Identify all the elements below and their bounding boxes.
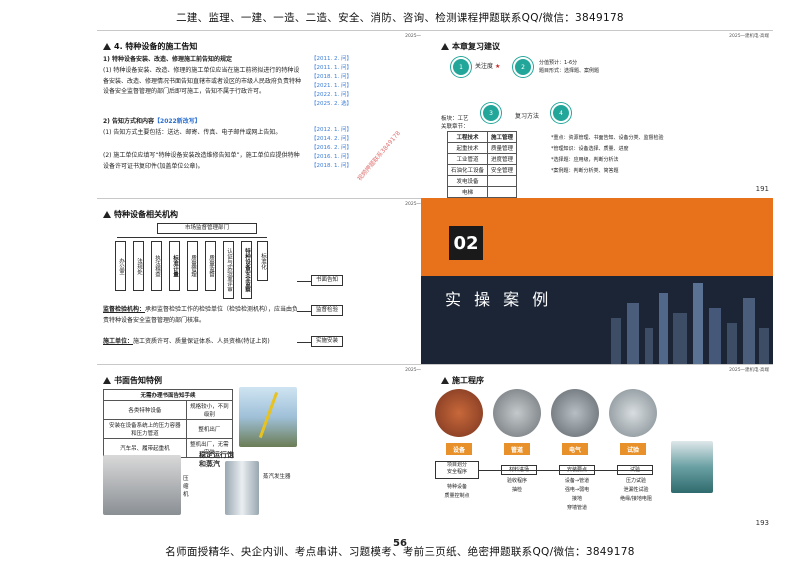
subheading: 2) 告知方式和内容【2022新改写】 (103, 118, 201, 125)
exam-refs-1: 【2011. 2. 问】 【2011. 1. 问】 【2018. 1. 问】 【20… (311, 56, 352, 107)
exemption-table: 无需办理书面告知手续 各类特种设备 规格较小，不到级别 安装在设备系统上的压力容器… (103, 389, 234, 458)
org-box: 特种设备安全监察 (241, 241, 252, 299)
slide-title: 4. 特种设备的施工告知 (103, 41, 197, 52)
category-tag: 管道 (504, 443, 530, 455)
equipment-photo (103, 455, 181, 515)
notice-box: 书面告知 (311, 275, 343, 286)
image-label: 压缩机 (183, 476, 189, 498)
step-details: 设备→管道 强电→弱电 接地 穿墙管道 (564, 478, 590, 511)
step-circle: 2 (513, 57, 533, 77)
watermark: 视频押题联系3849178 (356, 129, 402, 183)
org-box: 法规处 (133, 241, 144, 291)
slide-189: 2025一建机电·高端 特种设备相关机构 市场监督管理部门 办公室 法规处 执法… (97, 198, 449, 364)
slide-page-number: 193 (755, 519, 769, 527)
process-step: 项目划分 安全程序 (435, 461, 479, 479)
connector-line (297, 281, 311, 282)
review-notes: *重点：资源管理、书面告知、设备分类、监督检验 *管理知识：设备选择、质量、进度 … (551, 135, 664, 174)
step-label: 复习方法 (515, 113, 540, 120)
topic-table: 工程技术 施工管理 起重技术 质量管理 工业管道 进度管理 石油化工设备 安全管理 发电… (446, 131, 518, 198)
step-circle: 1 (451, 57, 471, 77)
paragraph: (1) 特种设备安装、改造、修理的施工单位应当在施工前将拟进行的特种设备安装、改… (103, 67, 302, 95)
testing-photo (609, 389, 657, 437)
step-label: 关注度 ★ (475, 63, 501, 70)
site-photo (671, 441, 713, 493)
connector-line (479, 470, 653, 471)
slide-title: 本章复习建议 (441, 41, 500, 52)
org-top-box: 市场监督管理部门 (157, 223, 257, 234)
triangle-icon (103, 377, 111, 384)
install-box: 实施安装 (311, 336, 343, 347)
org-box: 认证与实验室评审 (223, 241, 234, 299)
inspect-box: 监督检验 (311, 305, 343, 316)
connector-line (117, 237, 267, 238)
step-circle: 4 (551, 103, 571, 123)
slide-title: 特种设备相关机构 (103, 209, 178, 220)
pipeline-photo (493, 389, 541, 437)
triangle-icon (103, 43, 111, 50)
org-box: 标准化 (257, 241, 268, 281)
category-tag: 设备 (446, 443, 472, 455)
org-box: 办公室 (115, 241, 126, 291)
step-circle: 3 (481, 103, 501, 123)
slide-header: 2025一建机电·高端 (729, 368, 769, 373)
step-label: 板块：工艺 关联章节： (441, 116, 469, 130)
org-box: 质量管理 (187, 241, 198, 291)
paragraph: 监督检验机构：承担监督检验工作的检验单位（检验检测机构），应当由负责特种设备安全… (103, 306, 299, 324)
slide-page-number: 191 (755, 185, 769, 193)
exam-refs-2: 【2012. 1. 问】 【2014. 2. 问】 【2016. 2. 问】 【20… (311, 127, 352, 169)
slide-190: 2025一建机电·高端 书面告知特例 无需办理书面告知手续 各类特种设备规格较小… (97, 364, 449, 530)
top-banner: 二建、监理、一建、一造、二造、安全、消防、咨询、检测课程押题联系QQ/微信：38… (176, 12, 624, 24)
electrical-photo (551, 389, 599, 437)
page-number: 56 (393, 538, 407, 549)
section-title: 实 操 案 例 (445, 290, 553, 309)
steam-generator-photo (225, 461, 259, 515)
section-number: 02 (449, 226, 483, 260)
equipment-photo (435, 389, 483, 437)
triangle-icon (103, 211, 111, 218)
city-skyline-image (611, 283, 769, 364)
org-box: 质量监督 (205, 241, 216, 291)
paragraph: (2) 施工单位应填写“特种设备安装改造维修告知单”，施工单位应提供特种设备许可… (103, 152, 300, 170)
slide-188: 2025一建机电·高端 4. 特种设备的施工告知 1) 特种设备安装、改造、修理… (97, 30, 449, 196)
slide-title: 施工程序 (441, 375, 484, 386)
category-tag: 电气 (562, 443, 588, 455)
subheading: 1) 特种设备安装、改造、修理施工前告知的规定 (103, 56, 233, 63)
crane-photo (239, 387, 297, 447)
triangle-icon (441, 43, 449, 50)
category-tag: 试验 (620, 443, 646, 455)
slide-header: 2025一建机电·高端 (729, 34, 769, 39)
triangle-icon (441, 377, 449, 384)
step-details: 验收程序 抽检 (506, 478, 527, 493)
org-box: 标准计量 (169, 241, 180, 291)
slide-191: 2025一建机电·高端 本章复习建议 1 关注度 ★ 2 分值预计：1-6分 题目… (421, 30, 773, 198)
step-details: 特种设备 质量控制点 (444, 484, 470, 499)
slide-192: 02 实 操 案 例 (421, 198, 773, 364)
image-label: 蒸汽发生器 (263, 474, 291, 480)
slide-193: 2025一建机电·高端 施工程序 设备 管道 电气 试验 项目划分 安全程序 材… (421, 364, 773, 530)
slide-title: 书面告知特例 (103, 375, 162, 386)
step-label: 分值预计：1-6分 题目形式：选择题、案例题 (539, 60, 600, 74)
paragraph: (1) 告知方式主要包括：送达、邮寄、传真、电子邮件或网上告知。 (103, 129, 282, 136)
step-details: 压力试验 泄漏性试验 绝缘/接地电阻 (620, 478, 652, 502)
paragraph: 施工单位：施工资质许可、质量保证体系、人员资格(特证上岗) (103, 338, 270, 345)
org-box: 执法稽查 (151, 241, 162, 291)
